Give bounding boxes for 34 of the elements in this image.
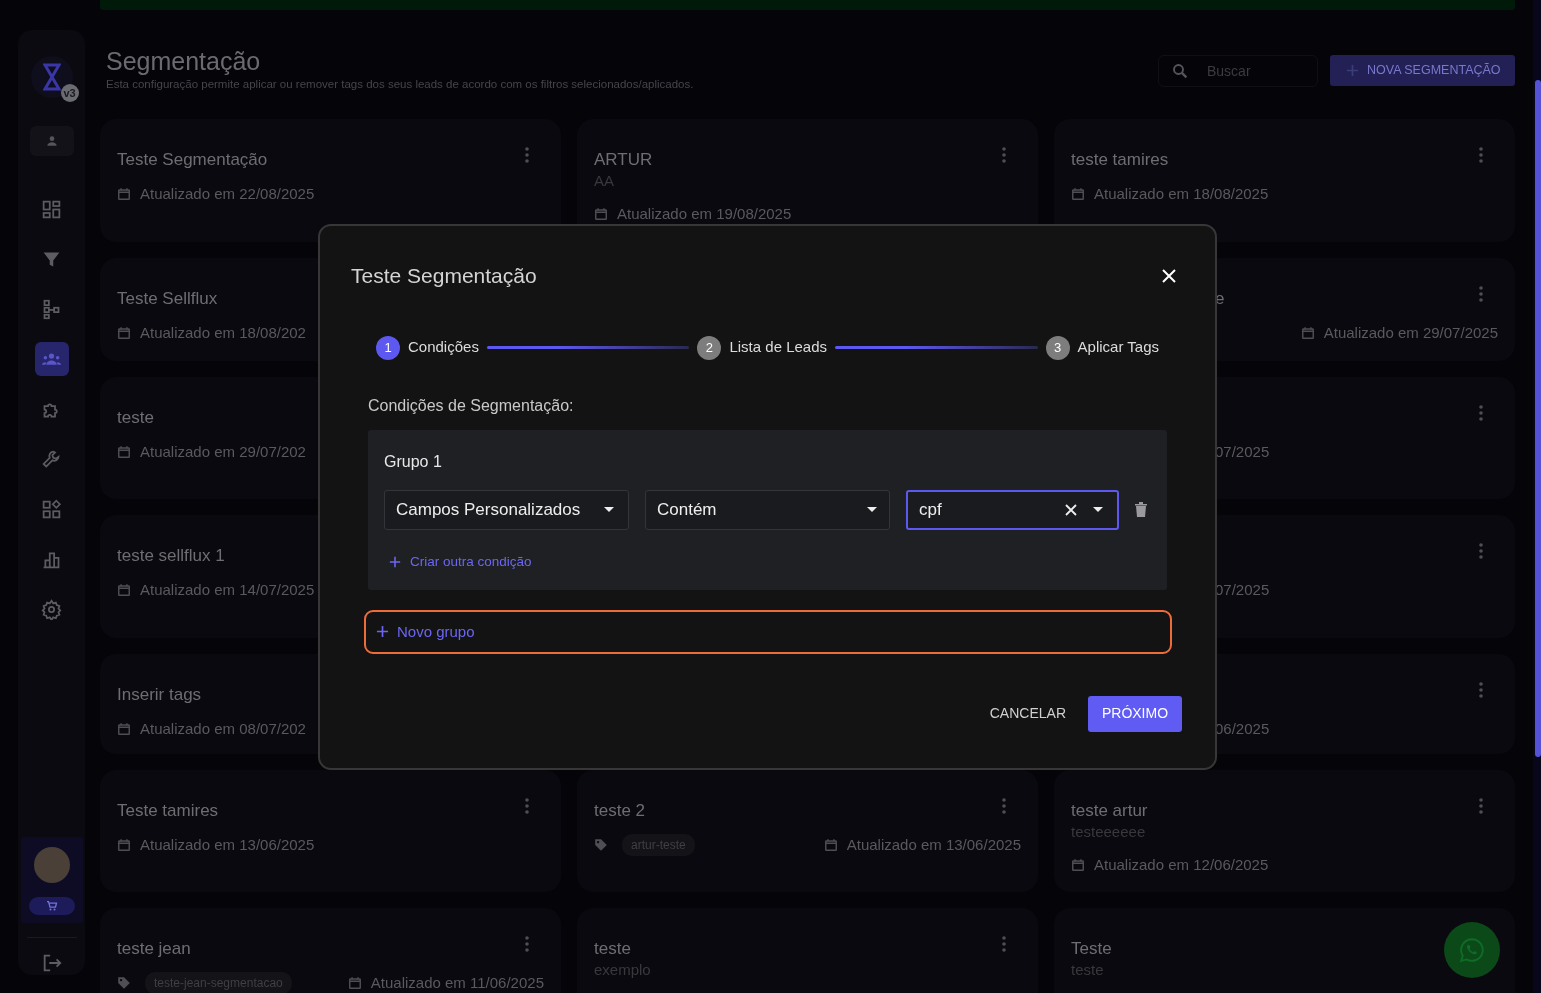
updated-date: Atualizado em 19/08/2025 <box>617 203 792 224</box>
updated-date: Atualizado em 13/06/2025 <box>846 835 1021 856</box>
card-title: teste tamires <box>1071 149 1169 171</box>
card-title: teste <box>594 938 631 960</box>
card-title: Inserir tags <box>117 684 202 706</box>
updated-date: 07/2025 <box>1215 580 1270 601</box>
version-badge: v3 <box>60 84 79 102</box>
card-title: teste jean <box>117 938 191 960</box>
updated-date: Atualizado em 29/07/202 <box>140 442 306 463</box>
section-label: Condições de Segmentação: <box>368 395 574 416</box>
group-title: Grupo 1 <box>384 451 443 472</box>
updated-date: Atualizado em 18/08/202 <box>140 323 306 344</box>
card-title: teste sellflux 1 <box>117 545 225 567</box>
page-title: Segmentação <box>106 46 262 76</box>
card-title: teste artur <box>1071 800 1148 822</box>
updated-date: Atualizado em 11/06/2025 <box>370 973 544 993</box>
page-subtitle: Esta configuração permite aplicar ou remover tags dos seus leads de acordo com os filtros selecionados/aplicados. <box>106 77 694 92</box>
updated-date: Atualizado em 22/08/2025 <box>140 184 315 205</box>
updated-date: Atualizado em 18/08/2025 <box>1094 184 1269 205</box>
updated-date: Atualizado em 08/07/202 <box>140 719 306 740</box>
updated-date: 07/2025 <box>1215 442 1270 463</box>
card-title: ARTUR <box>594 149 653 171</box>
card-title: Teste Sellflux <box>117 288 218 310</box>
updated-date: Atualizado em 12/06/2025 <box>1094 854 1269 875</box>
card-title: Teste Segmentação <box>117 149 268 171</box>
dialog-title: Teste Segmentação <box>351 263 537 289</box>
card-title: Teste <box>1071 938 1112 960</box>
updated-date: Atualizado em 29/07/2025 <box>1323 323 1498 344</box>
card-title: Teste tamires <box>117 800 219 822</box>
card-title: teste <box>117 407 154 429</box>
updated-date: Atualizado em 14/07/2025 <box>140 580 315 601</box>
updated-date: 06/2025 <box>1215 719 1270 740</box>
updated-date: Atualizado em 13/06/2025 <box>140 835 315 856</box>
card-title: teste 2 <box>594 800 646 822</box>
